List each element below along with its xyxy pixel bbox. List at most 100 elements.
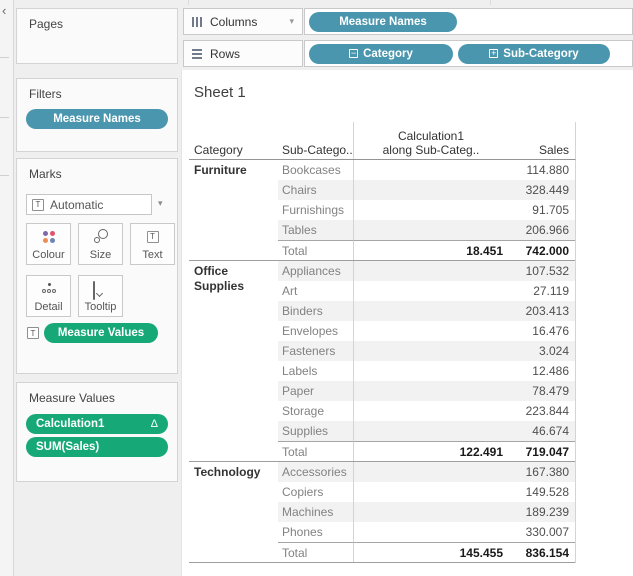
subcategory-row-header[interactable]: Bookcases	[278, 160, 353, 180]
category-row-header[interactable]: Furniture	[189, 160, 278, 260]
category-row-header[interactable]: Office Supplies	[189, 261, 278, 461]
rows-pill-subcategory[interactable]: + Sub-Category	[458, 43, 610, 64]
subcategory-row-header[interactable]: Chairs	[278, 180, 353, 200]
toolbar-divider	[188, 0, 189, 5]
subcategory-row-header[interactable]: Paper	[278, 381, 353, 401]
category-row-header[interactable]: Technology	[189, 462, 278, 562]
subcategory-row-header[interactable]: Copiers	[278, 482, 353, 502]
rail-tick	[0, 175, 9, 176]
total-sales-value-cell[interactable]: 719.047	[508, 441, 575, 461]
sales-value-cell[interactable]: 12.486	[508, 361, 575, 381]
subcategory-row-header[interactable]: Furnishings	[278, 200, 353, 220]
sales-value-cell[interactable]: 91.705	[508, 200, 575, 220]
pages-panel[interactable]: Pages	[16, 8, 178, 64]
rows-shelf-label-box[interactable]: Rows	[183, 40, 303, 67]
total-sales-value-cell[interactable]: 836.154	[508, 542, 575, 562]
columns-shelf-label-box[interactable]: Columns ▾	[183, 8, 303, 35]
marks-panel[interactable]: Marks T Automatic ▾ Colour Size T Text Detai…	[16, 158, 178, 374]
category-column-header[interactable]: Category	[189, 122, 278, 159]
calc-value-cell[interactable]	[353, 361, 508, 381]
columns-shelf[interactable]: Measure Names	[304, 8, 633, 35]
sales-value-cell[interactable]: 78.479	[508, 381, 575, 401]
sales-value-cell[interactable]: 330.007	[508, 522, 575, 542]
subcategory-row-header[interactable]: Machines	[278, 502, 353, 522]
total-calc-value-cell[interactable]: 145.455	[353, 542, 508, 562]
calc-value-cell[interactable]	[353, 180, 508, 200]
calc-value-cell[interactable]	[353, 200, 508, 220]
size-button[interactable]: Size	[78, 223, 123, 265]
mark-type-dropdown[interactable]: T Automatic	[26, 194, 152, 215]
calc-value-cell[interactable]	[353, 522, 508, 542]
subcategory-row-header[interactable]: Phones	[278, 522, 353, 542]
detail-button[interactable]: Detail	[26, 275, 71, 317]
subcategory-column-header[interactable]: Sub-Catego..	[278, 122, 353, 159]
collapse-pane-icon[interactable]: ‹	[2, 3, 6, 18]
calc-value-cell[interactable]	[353, 301, 508, 321]
subcategory-row-header[interactable]: Labels	[278, 361, 353, 381]
sales-value-cell[interactable]: 167.380	[508, 462, 575, 482]
subcategory-row-header[interactable]: Appliances	[278, 261, 353, 281]
measure-values-pill[interactable]: Calculation1 Δ	[26, 414, 168, 434]
sales-value-cell[interactable]: 46.674	[508, 421, 575, 441]
rows-shelf[interactable]: − Category + Sub-Category	[304, 40, 633, 67]
sales-value-cell[interactable]: 206.966	[508, 220, 575, 240]
colour-button[interactable]: Colour	[26, 223, 71, 265]
measure-values-pill[interactable]: SUM(Sales)	[26, 437, 168, 457]
calc-value-cell[interactable]	[353, 502, 508, 522]
tooltip-button[interactable]: Tooltip	[78, 275, 123, 317]
sales-value-cell[interactable]: 149.528	[508, 482, 575, 502]
collapse-minus-icon[interactable]: −	[349, 49, 359, 58]
sales-value-cell[interactable]: 328.449	[508, 180, 575, 200]
calc-value-cell[interactable]	[353, 220, 508, 240]
calc-value-cell[interactable]	[353, 160, 508, 180]
columns-pill-measure-names[interactable]: Measure Names	[309, 11, 457, 32]
chevron-down-icon[interactable]: ▾	[289, 16, 294, 27]
measure-values-encoding-pill[interactable]: Measure Values	[44, 323, 158, 343]
table-header-row: Category Sub-Catego.. Calculation1 along…	[189, 122, 576, 160]
filters-panel[interactable]: Filters Measure Names	[16, 78, 178, 152]
subcategory-row-header[interactable]: Supplies	[278, 421, 353, 441]
chevron-down-icon[interactable]: ▾	[158, 198, 163, 209]
size-small-circle	[94, 237, 100, 243]
calc-value-cell[interactable]	[353, 341, 508, 361]
sales-column-header[interactable]: Sales	[508, 122, 575, 159]
subcategory-row-header[interactable]: Art	[278, 281, 353, 301]
collapsed-data-pane-rail[interactable]: ‹	[0, 0, 14, 576]
sales-value-cell[interactable]: 189.239	[508, 502, 575, 522]
rows-pill-category[interactable]: − Category	[309, 43, 453, 64]
subcategory-row-header[interactable]: Binders	[278, 301, 353, 321]
sales-value-cell[interactable]: 203.413	[508, 301, 575, 321]
total-row-header[interactable]: Total	[278, 441, 353, 461]
calculation-column-header[interactable]: Calculation1 along Sub-Categ..	[353, 122, 508, 159]
calc-value-cell[interactable]	[353, 421, 508, 441]
text-encoding-icon[interactable]: T	[27, 327, 39, 339]
subcategory-row-header[interactable]: Fasteners	[278, 341, 353, 361]
sales-value-cell[interactable]: 16.476	[508, 321, 575, 341]
expand-plus-icon[interactable]: +	[489, 49, 499, 58]
sales-value-cell[interactable]: 3.024	[508, 341, 575, 361]
subcategory-row-header[interactable]: Tables	[278, 220, 353, 240]
total-sales-value-cell[interactable]: 742.000	[508, 240, 575, 260]
sales-value-cell[interactable]: 27.119	[508, 281, 575, 301]
measure-values-panel[interactable]: Measure Values Calculation1 Δ SUM(Sales)	[16, 382, 178, 482]
calc-value-cell[interactable]	[353, 261, 508, 281]
toolbar-divider	[490, 0, 491, 5]
calc-value-cell[interactable]	[353, 482, 508, 502]
calc-value-cell[interactable]	[353, 281, 508, 301]
filter-pill-measure-names[interactable]: Measure Names	[26, 109, 168, 129]
total-row-header[interactable]: Total	[278, 240, 353, 260]
calc-value-cell[interactable]	[353, 321, 508, 341]
subcategory-row-header[interactable]: Envelopes	[278, 321, 353, 341]
sales-value-cell[interactable]: 114.880	[508, 160, 575, 180]
total-calc-value-cell[interactable]: 18.451	[353, 240, 508, 260]
sales-value-cell[interactable]: 223.844	[508, 401, 575, 421]
calc-value-cell[interactable]	[353, 462, 508, 482]
calc-value-cell[interactable]	[353, 401, 508, 421]
total-row-header[interactable]: Total	[278, 542, 353, 562]
subcategory-row-header[interactable]: Accessories	[278, 462, 353, 482]
subcategory-row-header[interactable]: Storage	[278, 401, 353, 421]
sales-value-cell[interactable]: 107.532	[508, 261, 575, 281]
text-button[interactable]: T Text	[130, 223, 175, 265]
calc-value-cell[interactable]	[353, 381, 508, 401]
total-calc-value-cell[interactable]: 122.491	[353, 441, 508, 461]
